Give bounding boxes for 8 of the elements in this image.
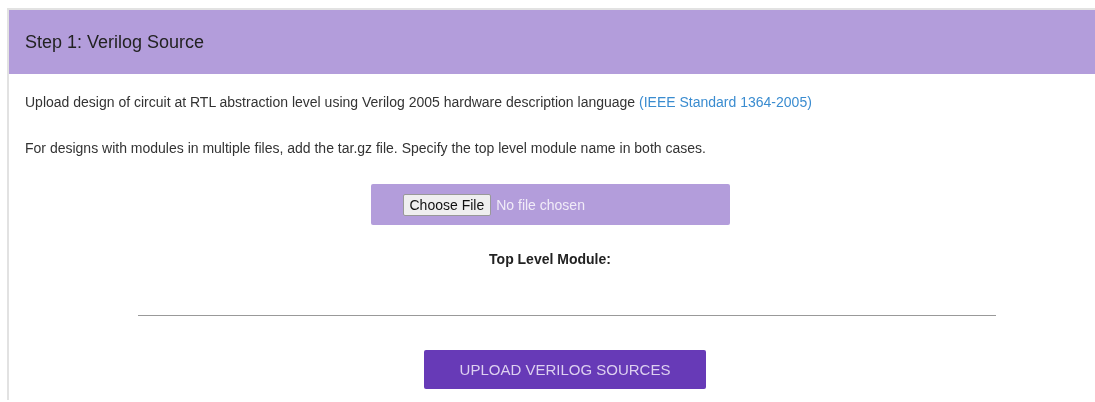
standard-link[interactable]: (IEEE Standard 1364-2005) [639,94,812,110]
description-text: Upload design of circuit at RTL abstraction level using Verilog 2005 hardware description language (IEEE Standard 1364-2005) [25,93,813,112]
field-label: Top Level Module: [488,251,612,267]
description-text: For designs with modules in multiple files, add the tar.gz file. Specify the top level module name in both cases. [25,139,707,158]
panel-title: Step 1: Verilog Source [25,31,205,53]
upload-button[interactable]: UPLOAD VERILOG SOURCES [424,350,706,389]
choose-file-button[interactable]: Choose File [402,193,492,216]
file-status-text: No file chosen [496,196,585,213]
